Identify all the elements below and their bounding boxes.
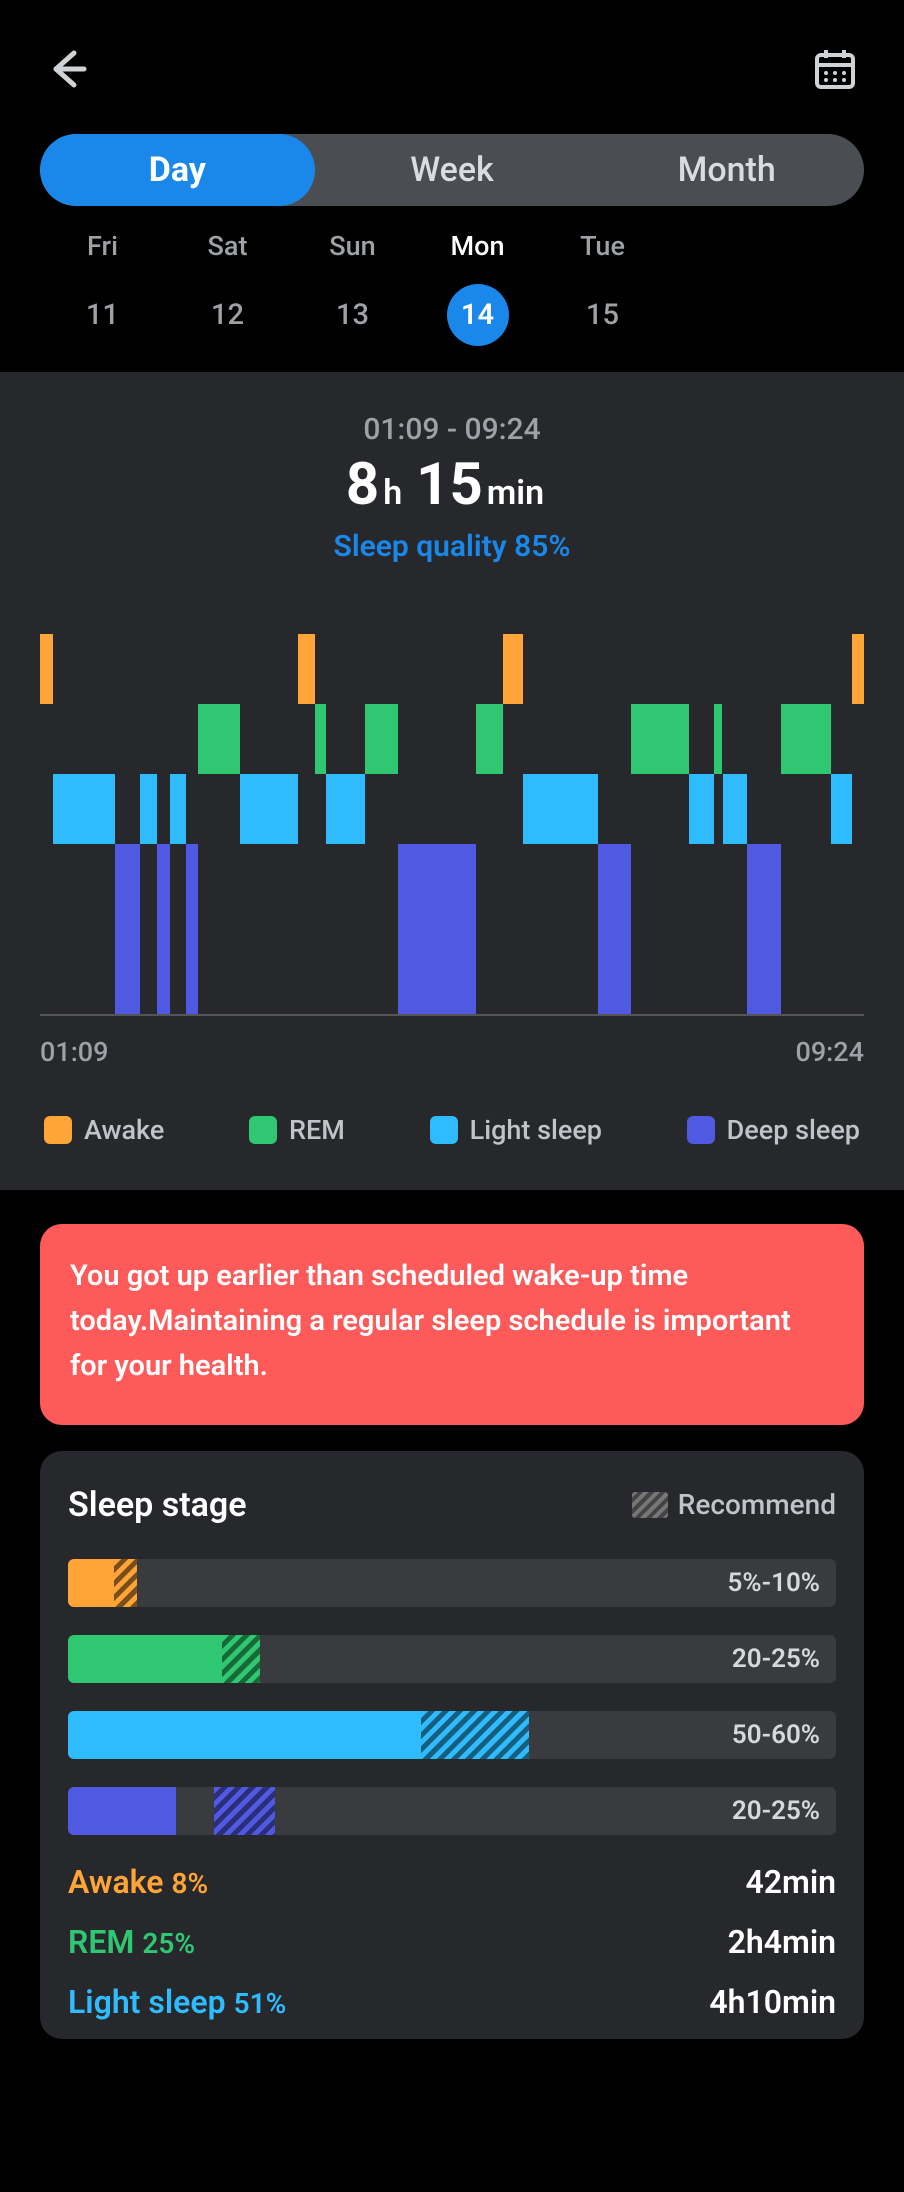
x-tick-start: 01:09	[40, 1036, 109, 1068]
stage-bar-range: 20-25%	[732, 1796, 820, 1826]
date-col-13[interactable]: Sun 13	[290, 230, 415, 346]
hypno-segment-rem	[781, 704, 831, 774]
stat-pct: 51%	[234, 1987, 287, 2020]
stat-label: Light sleep	[68, 1983, 226, 2021]
hypno-segment-light	[53, 774, 115, 844]
time-range: 01:09 - 09:24	[40, 412, 864, 447]
hypno-segment-light	[523, 774, 598, 844]
tab-week[interactable]: Week	[315, 134, 590, 206]
date-num: 15	[572, 284, 634, 346]
chart-legend: Awake REM Light sleep Deep sleep	[40, 1114, 864, 1146]
hypno-segment-light	[689, 774, 714, 844]
tab-month[interactable]: Month	[589, 134, 864, 206]
hypno-segment-light	[240, 774, 298, 844]
date-col-15[interactable]: Tue 15	[540, 230, 665, 346]
stat-light: Light sleep51% 4h10min	[68, 1983, 836, 2021]
hypno-segment-rem	[631, 704, 689, 774]
date-col-11[interactable]: Fri 11	[40, 230, 165, 346]
hypno-segment-light	[326, 774, 364, 844]
stat-label: REM	[68, 1923, 134, 1961]
hypno-segment-awake	[503, 634, 523, 704]
recommend-legend: Recommend	[632, 1488, 836, 1521]
legend-awake: Awake	[44, 1114, 164, 1146]
hypno-segment-rem	[315, 704, 327, 774]
total-sleep: 8h15min	[40, 451, 864, 519]
stat-pct: 25%	[142, 1927, 195, 1960]
hypno-segment-deep	[747, 844, 780, 1014]
card-title: Sleep stage	[68, 1485, 247, 1525]
stat-label: Awake	[68, 1863, 163, 1901]
sleep-quality: Sleep quality 85%	[40, 529, 864, 564]
stage-bar-range: 20-25%	[732, 1644, 820, 1674]
hypno-segment-awake	[298, 634, 315, 704]
dow-label: Sun	[329, 230, 375, 262]
stage-bar-range: 5%-10%	[728, 1568, 820, 1598]
hatch-icon	[632, 1492, 668, 1518]
tab-day[interactable]: Day	[40, 134, 315, 206]
hypno-segment-deep	[598, 844, 631, 1014]
legend-deep: Deep sleep	[687, 1114, 860, 1146]
chart-x-axis	[40, 1014, 864, 1016]
sleep-summary-panel: 01:09 - 09:24 8h15min Sleep quality 85% …	[0, 372, 904, 1190]
hypno-segment-rem	[198, 704, 240, 774]
hypno-segment-deep	[115, 844, 140, 1014]
calendar-icon[interactable]	[812, 46, 858, 92]
date-row: Fri 11 Sat 12 Sun 13 Mon 14 Tue 15	[0, 224, 904, 372]
stat-duration: 42min	[745, 1863, 836, 1901]
stage-bar-light: 50-60%	[68, 1711, 836, 1759]
stat-rem: REM25% 2h4min	[68, 1923, 836, 1961]
hypno-segment-light	[831, 774, 853, 844]
hypno-segment-rem	[476, 704, 503, 774]
stat-pct: 8%	[171, 1867, 208, 1900]
hypno-segment-deep	[398, 844, 476, 1014]
date-col-14[interactable]: Mon 14	[415, 230, 540, 346]
hypno-segment-light	[723, 774, 748, 844]
date-col-12[interactable]: Sat 12	[165, 230, 290, 346]
date-num: 14	[447, 284, 509, 346]
dow-label: Tue	[580, 230, 625, 262]
dow-label: Fri	[87, 230, 118, 262]
sleep-stage-card: Sleep stage Recommend 5%-10% 20-25% 50-60%…	[40, 1451, 864, 2039]
period-tabs: Day Week Month	[40, 134, 864, 206]
hypno-segment-awake	[852, 634, 864, 704]
hypno-segment-deep	[157, 844, 170, 1014]
stage-bar-range: 50-60%	[732, 1720, 820, 1750]
hypno-segment-rem	[714, 704, 722, 774]
stage-bar-awake: 5%-10%	[68, 1559, 836, 1607]
hypno-segment-rem	[365, 704, 398, 774]
alert-banner: You got up earlier than scheduled wake-u…	[40, 1224, 864, 1425]
hypno-segment-awake	[40, 634, 53, 704]
dow-label: Mon	[451, 230, 505, 262]
date-num: 13	[322, 284, 384, 346]
legend-light: Light sleep	[430, 1114, 602, 1146]
stat-duration: 2h4min	[728, 1923, 836, 1961]
stage-bar-deep: 20-25%	[68, 1787, 836, 1835]
x-tick-end: 09:24	[795, 1036, 864, 1068]
stat-duration: 4h10min	[709, 1983, 836, 2021]
stage-bar-rem: 20-25%	[68, 1635, 836, 1683]
date-num: 12	[197, 284, 259, 346]
hypno-segment-deep	[186, 844, 198, 1014]
hypnogram-chart	[40, 634, 864, 1014]
hypno-segment-light	[170, 774, 187, 844]
stat-awake: Awake8% 42min	[68, 1863, 836, 1901]
dow-label: Sat	[208, 230, 248, 262]
date-num: 11	[72, 284, 134, 346]
hypno-segment-light	[140, 774, 157, 844]
legend-rem: REM	[249, 1114, 345, 1146]
back-icon[interactable]	[46, 47, 90, 91]
